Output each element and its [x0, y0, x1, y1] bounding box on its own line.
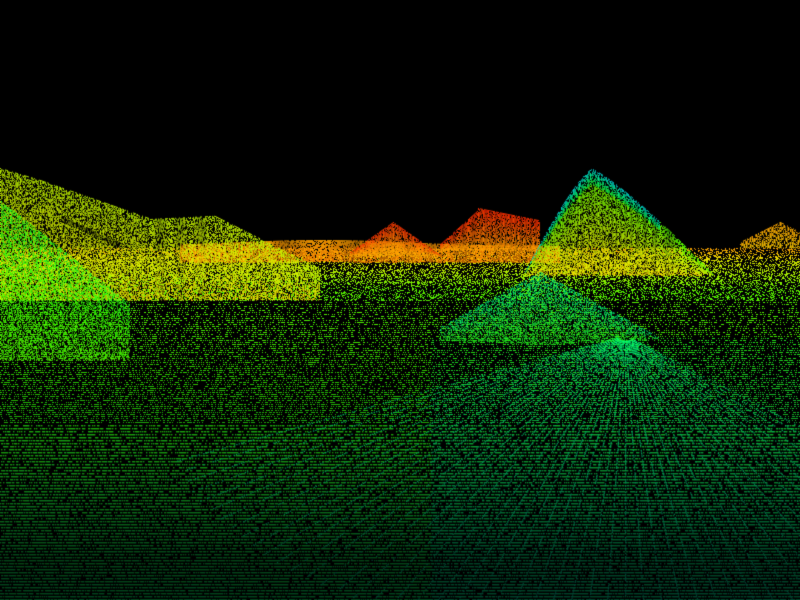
lidar-terrain-render[interactable] — [0, 0, 800, 600]
point-cloud-viewport[interactable] — [0, 0, 800, 600]
